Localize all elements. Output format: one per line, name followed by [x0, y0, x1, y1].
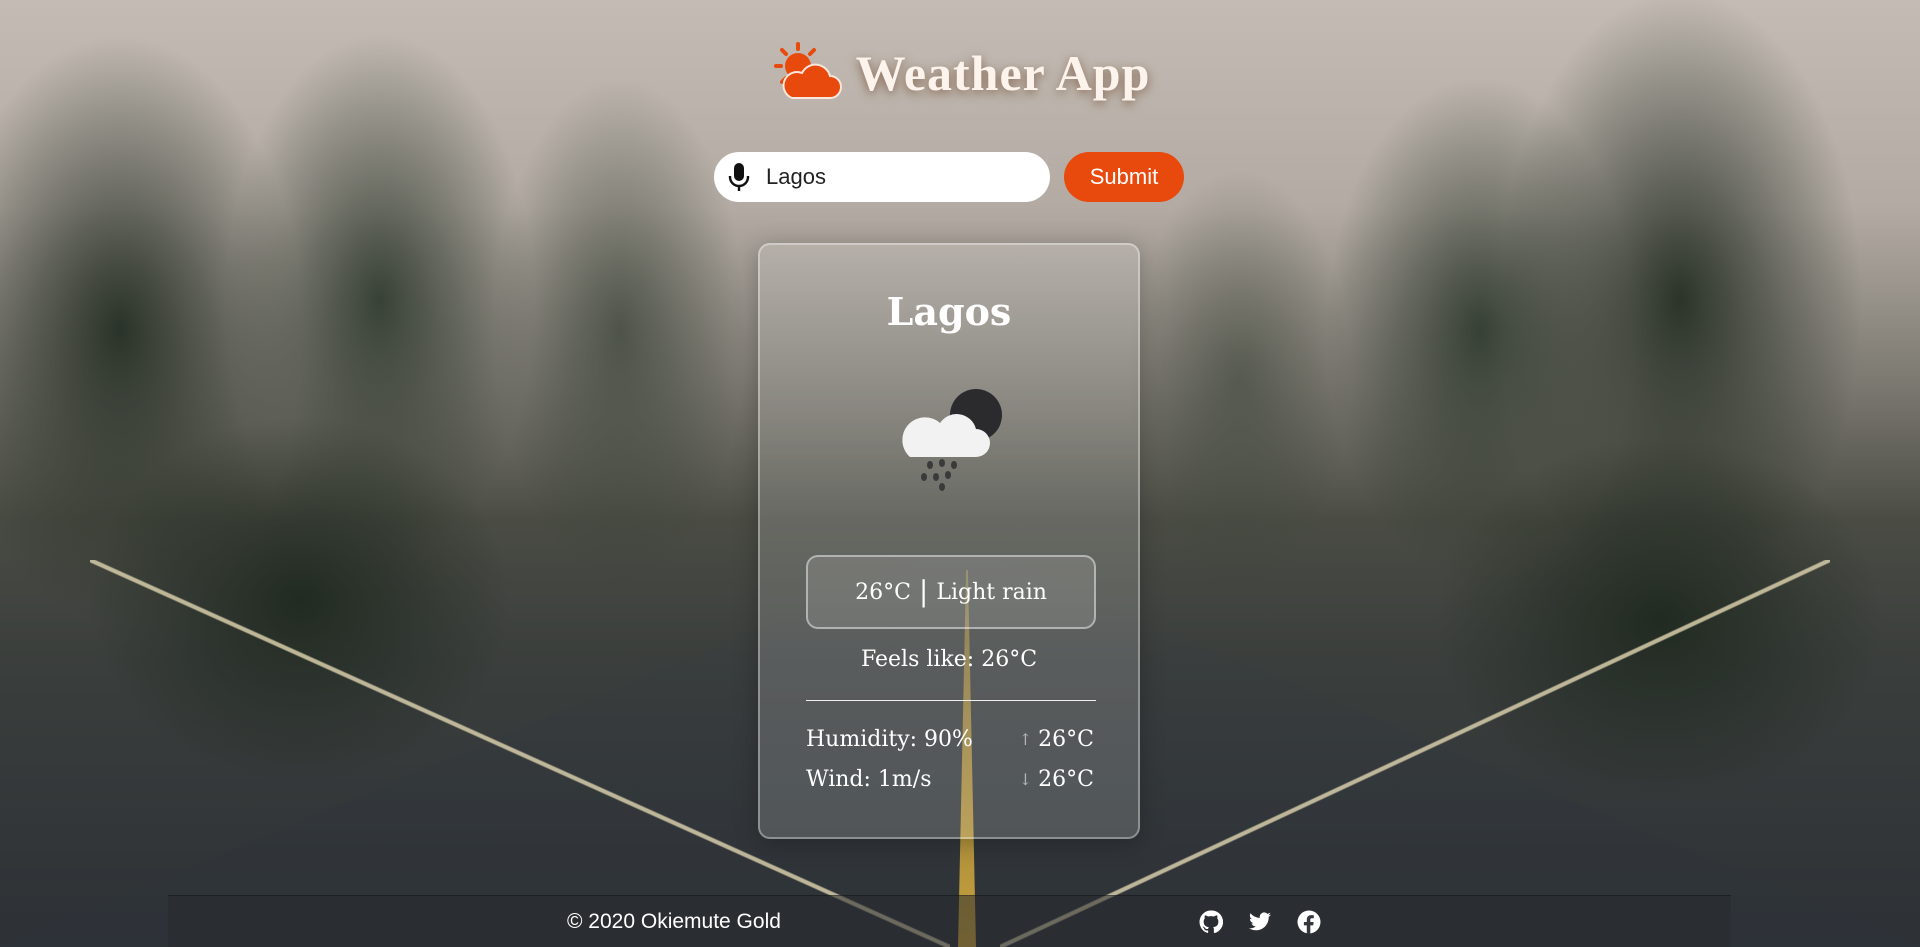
- feels-like: Feels like: 26°C: [860, 647, 1038, 672]
- app-title: Weather App: [855, 45, 1151, 101]
- wind: Wind: 1m/s: [806, 767, 932, 792]
- weather-condition: Light rain: [936, 579, 1047, 605]
- divider: [806, 700, 1096, 701]
- temperature-summary: 26°C | Light rain: [806, 555, 1096, 629]
- humidity: Humidity: 90%: [806, 727, 973, 752]
- search-input[interactable]: [764, 163, 1028, 191]
- max-temp: ↑ 26°C: [1019, 727, 1094, 752]
- weather-card: Lagos 26°C | Light rain Feels like: 26°C…: [758, 243, 1140, 839]
- arrow-down-icon: ↓: [1018, 770, 1033, 789]
- submit-button[interactable]: Submit: [1064, 152, 1184, 202]
- facebook-icon[interactable]: [1297, 910, 1321, 934]
- city-name: Lagos: [886, 289, 1012, 334]
- footer: © 2020 Okiemute Gold: [168, 895, 1731, 947]
- page: Weather App Submit Lagos: [0, 0, 1920, 947]
- min-temp: ↓ 26°C: [1019, 767, 1094, 792]
- summary-separator: |: [918, 575, 929, 608]
- temperature-value: 26°C: [855, 579, 911, 605]
- min-temp-value: 26°C: [1038, 767, 1094, 792]
- search-form: Submit: [714, 152, 1184, 202]
- arrow-up-icon: ↑: [1018, 730, 1033, 749]
- search-field[interactable]: [714, 152, 1050, 202]
- copyright: © 2020 Okiemute Gold: [567, 910, 781, 933]
- app-header: Weather App: [0, 42, 1920, 104]
- github-icon[interactable]: [1199, 910, 1223, 934]
- sun-behind-cloud-icon: [773, 42, 842, 99]
- twitter-icon[interactable]: [1248, 910, 1272, 934]
- max-temp-value: 26°C: [1038, 727, 1094, 752]
- cloud-rain-night-icon: [902, 389, 1002, 491]
- microphone-icon[interactable]: [728, 162, 750, 192]
